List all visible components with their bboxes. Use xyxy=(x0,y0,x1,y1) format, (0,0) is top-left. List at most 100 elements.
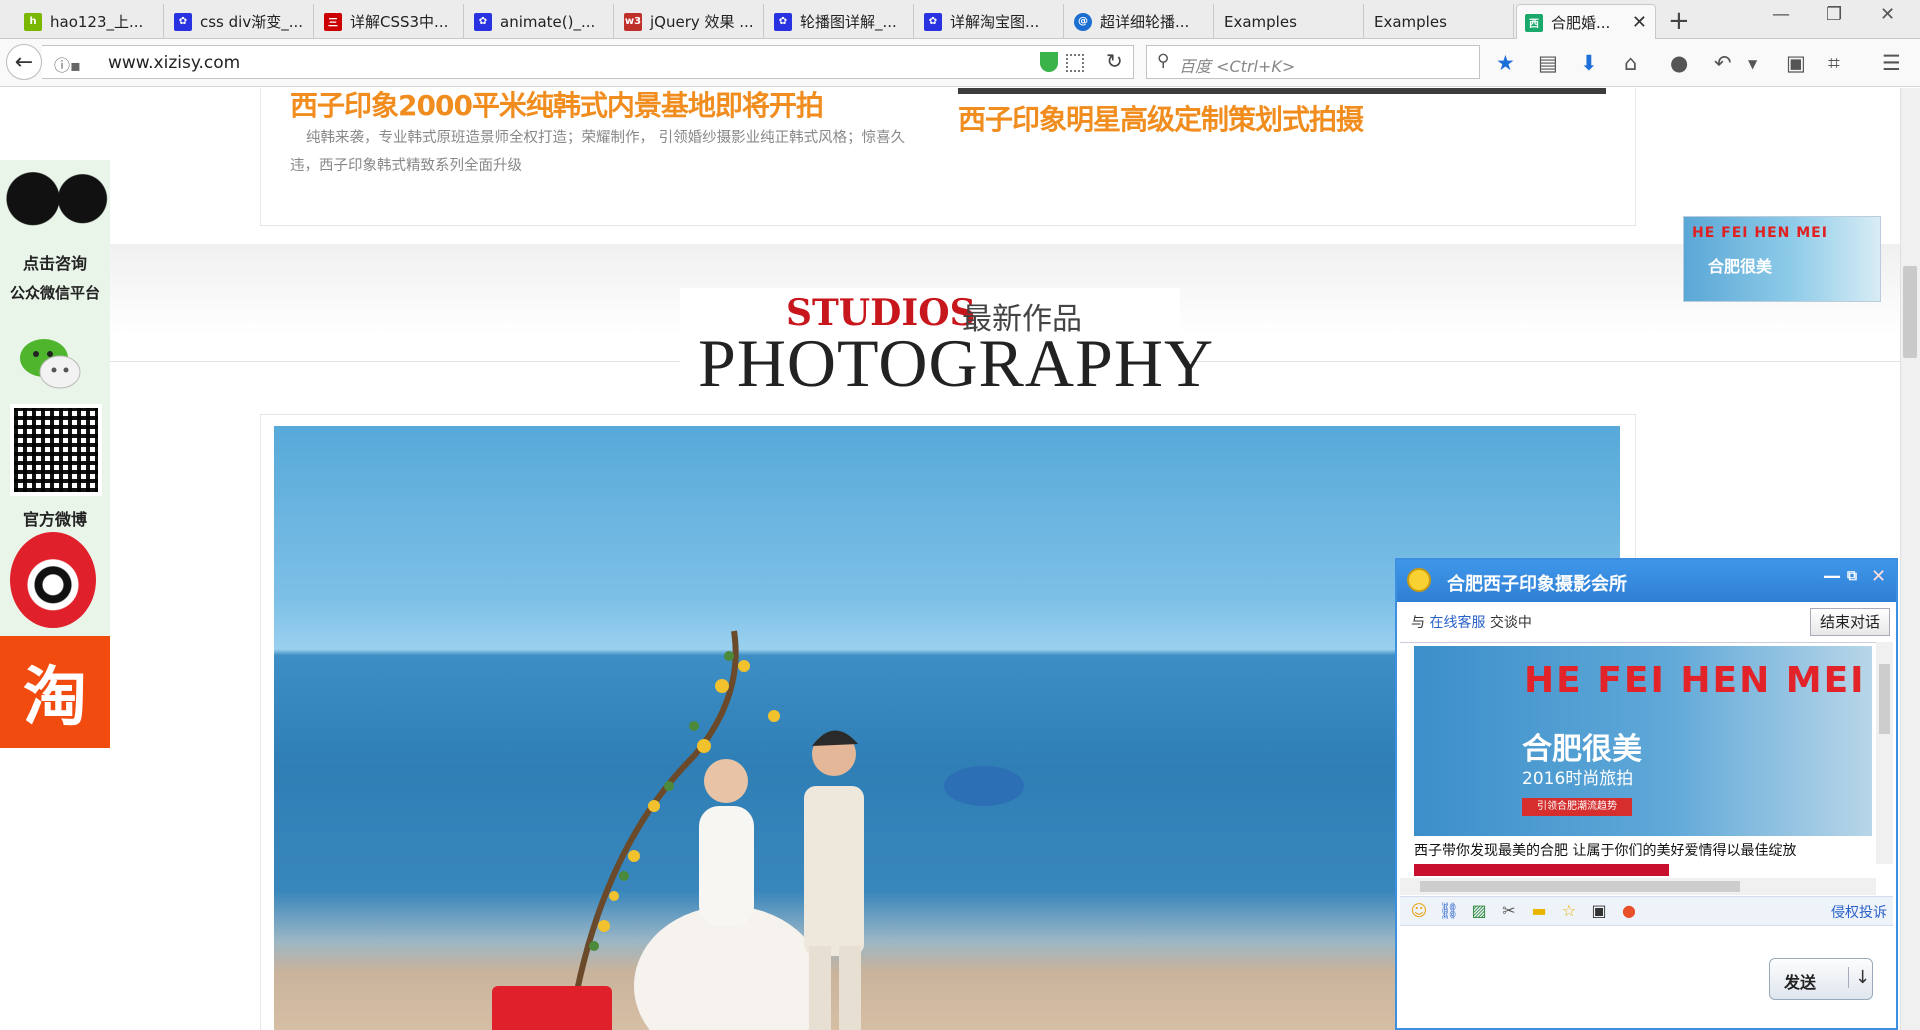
info-icon[interactable]: ⓘ▪ xyxy=(54,52,81,76)
tab-taobao-img[interactable]: ✿ 详解淘宝图... xyxy=(916,4,1064,39)
chat-header[interactable]: 合肥西子印象摄影会所 — ⧉ ✕ xyxy=(1397,560,1896,602)
tab-examples-2[interactable]: Examples xyxy=(1366,4,1514,39)
chat-window: 合肥西子印象摄影会所 — ⧉ ✕ 与 在线客服 交谈中 结束对话 HE FEI … xyxy=(1395,558,1898,1030)
right-float-ad[interactable]: HE FEI HEN MEI 合肥很美 xyxy=(1683,216,1881,302)
reader-icon[interactable]: ▣ xyxy=(1786,51,1806,75)
image-icon[interactable]: ▨ xyxy=(1468,901,1490,921)
emoji-icon[interactable]: ☺ xyxy=(1408,901,1430,921)
red-link-banner[interactable] xyxy=(1414,864,1669,876)
news-left-description: 纯韩来袭，专业韩式原班造景师全权打造；荣耀制作， 引领婚纱摄影业纯正韩式风格；惊… xyxy=(290,130,906,174)
page-scrollbar-thumb[interactable] xyxy=(1903,266,1917,358)
navigation-bar: ← ⓘ▪ www.xizisy.com ↻ ⚲ 百度 <Ctrl+K> ★ ▤ … xyxy=(0,39,1920,87)
bookmark-star-icon[interactable]: ★ xyxy=(1496,51,1515,75)
baidu-paw-favicon: ✿ xyxy=(174,12,192,31)
tab-carousel-detail[interactable]: @ 超详细轮播... xyxy=(1066,4,1214,39)
tab-label: hao123_上... xyxy=(50,13,144,31)
tab-bar: h hao123_上... ✿ css div渐变_... 三 详解CSS3中.… xyxy=(0,0,1920,40)
address-bar[interactable]: ⓘ▪ www.xizisy.com ↻ xyxy=(42,45,1134,79)
message-vscroll[interactable] xyxy=(1876,642,1893,864)
send-label: 发送 xyxy=(1784,973,1817,992)
undo-icon[interactable]: ↶ xyxy=(1714,51,1732,75)
report-link[interactable]: 侵权投诉 xyxy=(1831,902,1887,922)
tab-label: Examples xyxy=(1224,12,1297,31)
tab-label: 详解淘宝图... xyxy=(950,13,1040,31)
ad-image-year: 2016时尚旅拍 xyxy=(1522,769,1634,789)
w3-favicon: w3 xyxy=(624,12,642,31)
qr-code-icon[interactable] xyxy=(1066,54,1084,72)
news-left-title[interactable]: 西子印象2000平米纯韩式内景基地即将开拍 xyxy=(290,88,824,124)
url-text[interactable]: www.xizisy.com xyxy=(108,53,240,73)
left-float-bar: 点击咨询 公众微信平台 官方微博 xyxy=(0,160,110,636)
screenshot-scissors-icon[interactable]: ✂ xyxy=(1498,901,1520,921)
page-scrollbar[interactable] xyxy=(1900,88,1920,1030)
chat-maximize-icon[interactable]: ⧉ xyxy=(1847,568,1857,584)
wechat-icon[interactable] xyxy=(18,336,82,392)
close-tab-icon[interactable]: ✕ xyxy=(1632,12,1647,33)
save-icon[interactable]: ▣ xyxy=(1588,901,1610,921)
new-tab-icon[interactable]: + xyxy=(1668,6,1690,36)
folder-icon[interactable]: ▬ xyxy=(1528,901,1550,921)
message-hscroll[interactable] xyxy=(1400,878,1876,895)
tab-hao123[interactable]: h hao123_上... xyxy=(16,4,164,39)
online-service-link[interactable]: 在线客服 xyxy=(1429,615,1485,631)
wechat-qr-code xyxy=(10,404,102,496)
news-right-title[interactable]: 西子印象明星高级定制策划式拍摄 xyxy=(958,98,1364,138)
chat-toolbar: ☺ ⛓ ▨ ✂ ▬ ☆ ▣ ● 侵权投诉 xyxy=(1400,896,1893,926)
taobao-icon[interactable]: 淘 xyxy=(0,636,110,748)
reload-icon[interactable]: ↻ xyxy=(1106,49,1123,73)
weibo-label: 官方微博 xyxy=(22,510,87,529)
tab-label: 详解CSS3中... xyxy=(350,13,449,31)
link-icon[interactable]: ⛓ xyxy=(1438,901,1460,921)
tab-carousel[interactable]: ✿ 轮播图详解_... xyxy=(766,4,914,39)
home-icon[interactable]: ⌂ xyxy=(1624,51,1637,75)
restore-icon[interactable]: ❐ xyxy=(1826,4,1842,25)
hao123-favicon: h xyxy=(24,12,42,31)
tab-hefei-active[interactable]: 西 合肥婚... ✕ xyxy=(1516,4,1656,40)
smiley-icon xyxy=(1407,568,1431,592)
end-chat-button[interactable]: 结束对话 xyxy=(1810,608,1890,636)
consult-link[interactable]: 点击咨询 xyxy=(0,250,110,274)
chat-status: 与 在线客服 交谈中 xyxy=(1411,615,1532,631)
news-right-image[interactable] xyxy=(958,88,1606,94)
chat-minimize-icon[interactable]: — xyxy=(1823,566,1841,587)
minimize-icon[interactable]: — xyxy=(1772,4,1790,25)
tab-label: 超详细轮播... xyxy=(1100,13,1190,31)
close-window-icon[interactable]: ✕ xyxy=(1880,4,1895,25)
tab-animate[interactable]: ✿ animate()_... xyxy=(466,4,614,39)
download-icon[interactable]: ⬇ xyxy=(1580,51,1598,75)
wechat-platform-label: 公众微信平台 xyxy=(9,284,100,302)
send-button[interactable]: 发送 ↓ xyxy=(1769,958,1873,1000)
tab-jquery[interactable]: w3 jQuery 效果 ... xyxy=(616,4,764,39)
tab-css-div[interactable]: ✿ css div渐变_... xyxy=(166,4,314,39)
photography-heading: PHOTOGRAPHY xyxy=(698,325,1215,401)
tab-examples-1[interactable]: Examples xyxy=(1216,4,1364,39)
comment-icon[interactable]: ● xyxy=(1618,901,1640,921)
chat-bubble-icon[interactable]: ● xyxy=(1670,51,1688,75)
dropdown-icon[interactable]: ▼ xyxy=(1748,57,1757,71)
send-options-arrow-icon[interactable]: ↓ xyxy=(1848,967,1870,988)
menu-icon[interactable]: ☰ xyxy=(1882,51,1901,75)
star-icon[interactable]: ☆ xyxy=(1558,901,1580,921)
ad-title: 合肥很美 xyxy=(1708,257,1773,276)
qq-penguin-icon[interactable] xyxy=(0,160,110,246)
tab-label: jQuery 效果 ... xyxy=(650,13,754,31)
back-button[interactable]: ← xyxy=(6,44,42,80)
crop-icon[interactable]: ⌗ xyxy=(1828,51,1840,76)
sanlian-favicon: 三 xyxy=(324,12,342,31)
message-ad-image[interactable]: HE FEI HEN MEI 合肥很美 2016时尚旅拍 引领合肥潮流趋势 xyxy=(1414,646,1872,836)
xizi-favicon: 西 xyxy=(1525,13,1543,32)
security-shield-icon[interactable] xyxy=(1040,52,1058,72)
tab-label: 合肥婚... xyxy=(1551,14,1611,32)
chat-close-icon[interactable]: ✕ xyxy=(1871,566,1886,587)
tab-label: Examples xyxy=(1374,12,1447,31)
search-icon: ⚲ xyxy=(1157,51,1170,71)
tab-css3[interactable]: 三 详解CSS3中... xyxy=(316,4,464,39)
ad-image-title: 合肥很美 xyxy=(1522,732,1642,767)
bing-favicon: @ xyxy=(1074,12,1092,31)
search-bar[interactable]: ⚲ 百度 <Ctrl+K> xyxy=(1146,45,1480,79)
reading-list-icon[interactable]: ▤ xyxy=(1538,51,1558,75)
chat-message: 西子带你发现最美的合肥 让属于你们的美好爱情得以最佳绽放 xyxy=(1414,843,1797,859)
baidu-paw-favicon: ✿ xyxy=(774,12,792,31)
ad-image-heading: HE FEI HEN MEI xyxy=(1524,660,1866,701)
weibo-icon[interactable] xyxy=(10,532,96,628)
